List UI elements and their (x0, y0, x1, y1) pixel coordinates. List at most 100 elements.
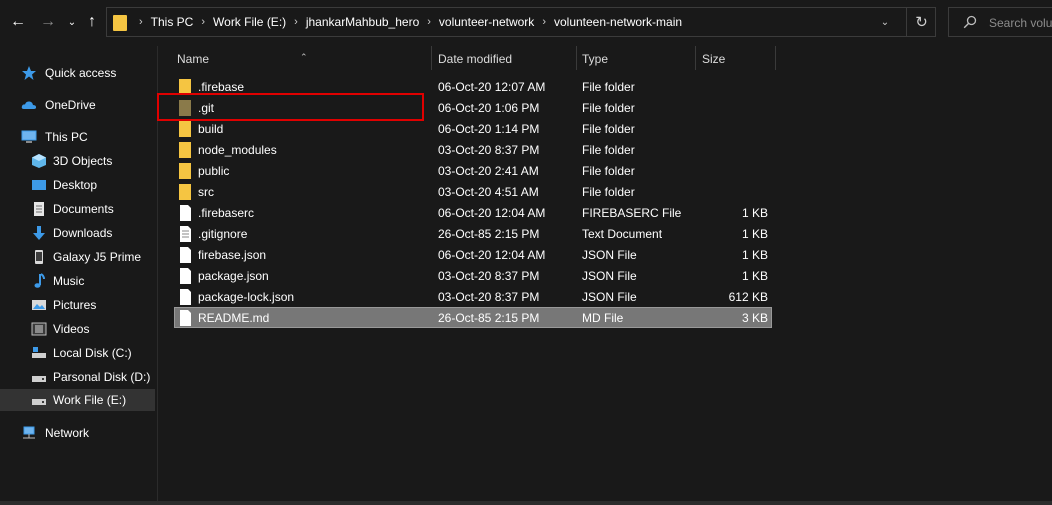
cloud-icon (21, 101, 37, 109)
back-arrow-icon[interactable]: ← (9, 12, 27, 32)
sidebar-item-label: Documents (53, 202, 114, 216)
column-divider[interactable] (576, 46, 577, 70)
file-date-modified: 06-Oct-20 12:04 AM (438, 206, 546, 220)
sidebar-item-downloads[interactable]: Downloads (0, 222, 157, 244)
navigation-pane: Quick access OneDrive This PC 3D Objects… (0, 46, 157, 505)
sidebar-item-quick-access[interactable]: Quick access (0, 62, 157, 84)
download-icon (33, 226, 45, 240)
search-box[interactable]: Search volu (948, 7, 1052, 37)
file-date-modified: 06-Oct-20 12:04 AM (438, 248, 546, 262)
sidebar-item-pictures[interactable]: Pictures (0, 294, 157, 316)
file-name: README.md (198, 311, 270, 325)
cube-icon (32, 154, 46, 168)
phone-icon (35, 250, 43, 264)
column-header-name[interactable]: Name (177, 52, 209, 66)
sidebar-item-onedrive[interactable]: OneDrive (0, 94, 157, 116)
file-icon (180, 247, 191, 263)
sidebar-item-work-file-e[interactable]: Work File (E:) (0, 389, 155, 411)
file-date-modified: 03-Oct-20 8:37 PM (438, 269, 540, 283)
search-input[interactable]: Search volu (989, 16, 1052, 30)
breadcrumb-current-folder[interactable]: volunteen-network-main (554, 15, 682, 29)
breadcrumb-separator-icon: › (294, 16, 298, 28)
file-type: File folder (582, 122, 635, 136)
file-type: File folder (582, 143, 635, 157)
sidebar-item-label: Quick access (45, 66, 117, 80)
column-divider[interactable] (695, 46, 696, 70)
music-icon (34, 273, 45, 288)
breadcrumb-work-file[interactable]: Work File (E:) (213, 15, 286, 29)
star-icon (22, 66, 36, 80)
file-size: 1 KB (741, 269, 768, 283)
refresh-icon[interactable]: ↻ (906, 7, 936, 37)
file-date-modified: 26-Oct-85 2:15 PM (438, 311, 540, 325)
breadcrumb-separator-icon: › (139, 16, 143, 28)
file-type: JSON File (582, 290, 637, 304)
recent-locations-chevron-icon[interactable]: ⌄ (63, 12, 81, 32)
column-header-date-modified[interactable]: Date modified (438, 52, 512, 66)
sidebar-item-parsonal-disk-d[interactable]: Parsonal Disk (D:) (0, 366, 157, 388)
sort-ascending-caret-icon: ⌃ (300, 52, 308, 62)
up-arrow-icon[interactable]: ↑ (83, 12, 101, 32)
breadcrumb-project[interactable]: jhankarMahbub_hero (306, 15, 419, 29)
sidebar-item-music[interactable]: Music (0, 270, 157, 292)
sidebar-item-label: Network (45, 426, 90, 440)
file-row[interactable]: build 06-Oct-20 1:14 PM File folder (174, 118, 772, 139)
address-toolbar: ← → ⌄ ↑ › This PC › Work File (E:) › jha… (0, 0, 1052, 46)
sidebar-item-label: Pictures (53, 298, 97, 312)
file-size: 1 KB (741, 248, 768, 262)
file-date-modified: 06-Oct-20 12:07 AM (438, 80, 546, 94)
file-type: File folder (582, 164, 635, 178)
file-name: node_modules (198, 143, 277, 157)
breadcrumb-volunteer-network[interactable]: volunteer-network (439, 15, 534, 29)
file-name: .firebaserc (198, 206, 255, 220)
file-type: File folder (582, 185, 635, 199)
file-row[interactable]: .gitignore 26-Oct-85 2:15 PM Text Document… (174, 223, 772, 244)
sidebar-item-videos[interactable]: Videos (0, 318, 157, 340)
column-divider[interactable] (431, 46, 432, 70)
sidebar-item-desktop[interactable]: Desktop (0, 174, 157, 196)
sidebar-item-this-pc[interactable]: This PC (0, 126, 157, 148)
forward-arrow-icon[interactable]: → (39, 12, 57, 32)
breadcrumb-separator-icon: › (201, 16, 206, 28)
sidebar-item-documents[interactable]: Documents (0, 198, 157, 220)
file-date-modified: 06-Oct-20 1:14 PM (438, 122, 540, 136)
file-row[interactable]: README.md 26-Oct-85 2:15 PM MD File 3 KB (174, 307, 772, 328)
column-divider[interactable] (775, 46, 776, 70)
search-icon (963, 15, 977, 29)
file-date-modified: 03-Oct-20 2:41 AM (438, 164, 539, 178)
address-dropdown-chevron-icon[interactable]: ⌄ (874, 7, 896, 37)
sidebar-item-label: Music (53, 274, 85, 288)
file-type: JSON File (582, 269, 637, 283)
file-date-modified: 03-Oct-20 8:37 PM (438, 290, 540, 304)
sidebar-item-3d-objects[interactable]: 3D Objects (0, 150, 157, 172)
file-row[interactable]: node_modules 03-Oct-20 8:37 PM File folder (174, 139, 772, 160)
file-row[interactable]: package.json 03-Oct-20 8:37 PM JSON File 1 … (174, 265, 772, 286)
computer-icon (21, 130, 37, 143)
file-row[interactable]: public 03-Oct-20 2:41 AM File folder (174, 160, 772, 181)
file-icon (180, 205, 191, 221)
file-name: .firebase (198, 80, 245, 94)
sidebar-item-local-disk-c[interactable]: Local Disk (C:) (0, 342, 157, 364)
file-row[interactable]: .firebaserc 06-Oct-20 12:04 AM FIREBASERC … (174, 202, 772, 223)
file-row[interactable]: src 03-Oct-20 4:51 AM File folder (174, 181, 772, 202)
file-row[interactable]: package-lock.json 03-Oct-20 8:37 PM JSON F… (174, 286, 772, 307)
file-name: .gitignore (198, 227, 248, 241)
drive-icon (32, 399, 46, 405)
column-header-row: Name ⌃ Date modified Type Size (158, 46, 1052, 70)
sidebar-item-galaxy-j5-prime[interactable]: Galaxy J5 Prime (0, 246, 157, 268)
file-type: JSON File (582, 248, 637, 262)
horizontal-scrollbar[interactable] (0, 501, 1052, 505)
sidebar-item-label: Parsonal Disk (D:) (53, 370, 151, 384)
breadcrumb-this-pc[interactable]: This PC (151, 15, 194, 29)
breadcrumb-separator-icon: › (427, 16, 431, 28)
sidebar-item-network[interactable]: Network (0, 422, 157, 444)
column-header-size[interactable]: Size (702, 52, 725, 66)
file-name: package-lock.json (198, 290, 295, 304)
breadcrumb: › This PC › Work File (E:) › jhankarMahb… (131, 8, 682, 36)
address-bar[interactable]: › This PC › Work File (E:) › jhankarMahb… (106, 7, 936, 37)
file-row[interactable]: firebase.json 06-Oct-20 12:04 AM JSON File… (174, 244, 772, 265)
file-date-modified: 26-Oct-85 2:15 PM (438, 227, 540, 241)
column-header-type[interactable]: Type (582, 52, 608, 66)
sidebar-item-label: Downloads (53, 226, 113, 240)
file-size: 612 KB (728, 290, 768, 304)
